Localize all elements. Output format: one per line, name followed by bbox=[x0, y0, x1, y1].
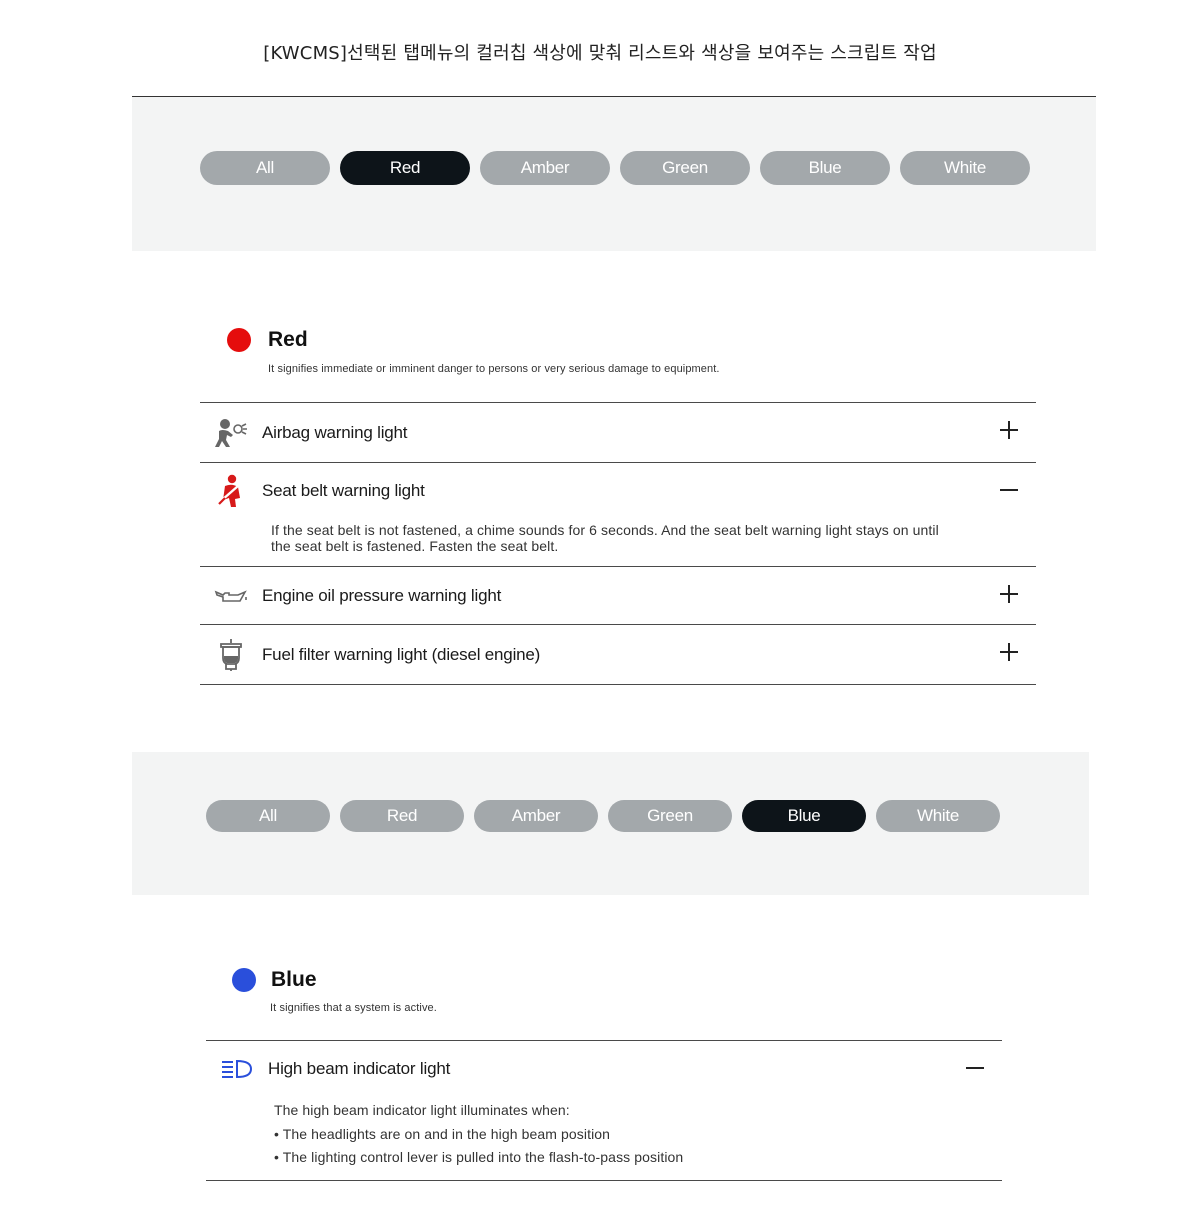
tab-green[interactable]: Green bbox=[620, 151, 750, 185]
tab-list: All Red Amber Green Blue White bbox=[200, 151, 1030, 185]
accordion-title: Airbag warning light bbox=[262, 422, 408, 442]
accordion-title: Engine oil pressure warning light bbox=[262, 585, 502, 605]
accordion-title: Fuel filter warning light (diesel engine… bbox=[262, 644, 541, 664]
tab-white[interactable]: White bbox=[900, 151, 1030, 185]
tab-red[interactable]: Red bbox=[340, 151, 470, 185]
list-item: Fuel filter warning light (diesel engine… bbox=[200, 624, 1036, 685]
accordion-title: High beam indicator light bbox=[268, 1059, 451, 1078]
color-header: Blue It signifies that a system is activ… bbox=[206, 966, 1002, 1040]
color-title: Red bbox=[268, 328, 308, 351]
seatbelt-icon bbox=[200, 462, 262, 520]
tab-band-top: All Red Amber Green Blue White bbox=[132, 97, 1096, 251]
accordion-header[interactable]: Fuel filter warning light (diesel engine… bbox=[200, 625, 1036, 684]
plus-icon[interactable] bbox=[998, 641, 1020, 663]
tab-blue[interactable]: Blue bbox=[760, 151, 890, 185]
accordion-title: Seat belt warning light bbox=[262, 481, 425, 500]
accordion-header[interactable]: High beam indicator light bbox=[206, 1041, 1002, 1097]
tab-all[interactable]: All bbox=[206, 800, 330, 832]
oil-can-icon bbox=[200, 567, 262, 625]
list-item: Engine oil pressure warning light bbox=[200, 566, 1036, 624]
accordion-header[interactable]: Engine oil pressure warning light bbox=[200, 567, 1036, 624]
fuel-filter-icon bbox=[200, 626, 262, 684]
accordion-body: The high beam indicator light illuminate… bbox=[206, 1097, 1002, 1180]
tab-blue[interactable]: Blue bbox=[742, 800, 866, 832]
body-intro: The high beam indicator light illuminate… bbox=[274, 1102, 570, 1118]
accordion-body: If the seat belt is not fastened, a chim… bbox=[271, 522, 939, 554]
tab-red[interactable]: Red bbox=[340, 800, 464, 832]
plus-icon[interactable] bbox=[998, 583, 1020, 605]
red-section: Red It signifies immediate or imminent d… bbox=[200, 326, 1036, 685]
airbag-icon bbox=[200, 404, 262, 462]
list-item: High beam indicator light The high beam … bbox=[206, 1040, 1002, 1181]
tab-green[interactable]: Green bbox=[608, 800, 732, 832]
tab-white[interactable]: White bbox=[876, 800, 1000, 832]
plus-icon[interactable] bbox=[998, 419, 1020, 441]
accordion-header[interactable]: Seat belt warning light bbox=[200, 463, 1036, 519]
list-item: Seat belt warning light If the seat belt… bbox=[200, 462, 1036, 566]
body-bullet: • The headlights are on and in the high … bbox=[274, 1125, 611, 1142]
tab-all[interactable]: All bbox=[200, 151, 330, 185]
tab-list: All Red Amber Green Blue White bbox=[206, 800, 1000, 832]
list-item: Airbag warning light bbox=[200, 402, 1036, 462]
indicator-light-list: High beam indicator light The high beam … bbox=[206, 1040, 1002, 1181]
color-header: Red It signifies immediate or imminent d… bbox=[200, 326, 1036, 402]
blue-section: Blue It signifies that a system is activ… bbox=[206, 966, 1002, 1181]
color-title: Blue bbox=[271, 968, 317, 991]
tab-amber[interactable]: Amber bbox=[480, 151, 610, 185]
body-bullet: • The lighting control lever is pulled i… bbox=[274, 1149, 684, 1165]
page-title: [KWCMS]선택된 탭메뉴의 컬러칩 색상에 맞춰 리스트와 색상을 보여주는… bbox=[263, 43, 937, 64]
warning-light-list: Airbag warning light Seat belt warning l… bbox=[200, 402, 1036, 685]
minus-icon[interactable] bbox=[998, 479, 1020, 501]
blue-color-dot bbox=[232, 968, 256, 992]
color-description: It signifies that a system is active. bbox=[270, 1002, 437, 1014]
color-description: It signifies immediate or imminent dange… bbox=[268, 363, 720, 375]
red-color-dot bbox=[227, 328, 251, 352]
tab-amber[interactable]: Amber bbox=[474, 800, 598, 832]
minus-icon[interactable] bbox=[964, 1057, 986, 1079]
tab-band-bottom: All Red Amber Green Blue White bbox=[132, 752, 1089, 895]
high-beam-icon bbox=[206, 1040, 268, 1098]
accordion-header[interactable]: Airbag warning light bbox=[200, 403, 1036, 462]
